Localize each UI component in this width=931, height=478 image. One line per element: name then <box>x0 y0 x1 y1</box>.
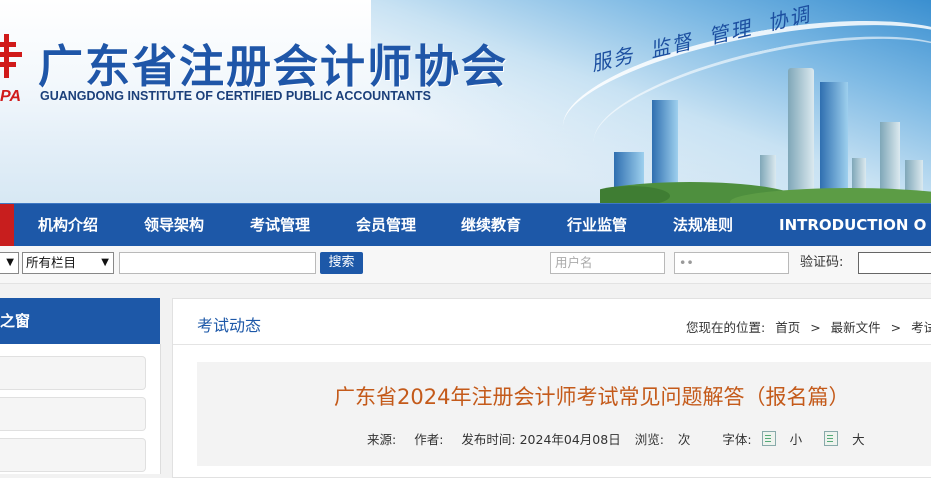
search-type-select[interactable]: ▼ <box>0 252 19 274</box>
nav-item-regulation[interactable]: 行业监管 <box>567 204 627 246</box>
breadcrumb-exam[interactable]: 考试 <box>911 320 931 335</box>
sidebar-link[interactable] <box>0 438 146 472</box>
section-title[interactable]: 考试动态 <box>197 312 261 336</box>
breadcrumb: 您现在的位置: 首页 > 最新文件 > 考试 <box>686 317 931 336</box>
sidebar-link[interactable] <box>0 397 146 431</box>
nav-item-members[interactable]: 会员管理 <box>356 204 416 246</box>
search-input[interactable] <box>119 252 316 274</box>
city-skyline-image <box>600 68 931 203</box>
section-divider <box>173 344 931 345</box>
logo-letters: PA <box>0 88 22 105</box>
views-unit: 次 <box>677 432 691 447</box>
article-views: 浏览: 次 <box>635 432 709 447</box>
column-select[interactable]: 所有栏目 ▼ <box>22 252 114 274</box>
article-meta: 来源: 作者: 发布时间: 2024年04月08日 浏览: 次 字体: 小 大 <box>367 429 893 448</box>
search-bar: ▼ 所有栏目 ▼ 搜索 用户名 •• 验证码: <box>0 246 931 284</box>
breadcrumb-label: 您现在的位置: <box>686 320 766 335</box>
breadcrumb-separator: > <box>810 320 821 335</box>
nav-item-leadership[interactable]: 领导架构 <box>144 204 204 246</box>
nav-item-laws[interactable]: 法规准则 <box>673 204 733 246</box>
article-source: 来源: <box>367 432 397 447</box>
site-title[interactable]: 广东省注册会计师协会 <box>38 30 508 95</box>
chevron-down-icon: ▼ <box>101 257 109 268</box>
document-icon <box>824 431 839 446</box>
nav-item-introduction[interactable]: INTRODUCTION O <box>779 204 926 246</box>
column-select-value: 所有栏目 <box>26 255 77 270</box>
font-size-label: 字体: <box>722 432 752 447</box>
nav-accent <box>0 204 14 246</box>
font-large-button[interactable]: 大 <box>824 431 879 447</box>
font-small-button[interactable]: 小 <box>761 431 821 447</box>
main-nav: 机构介绍 领导架构 考试管理 会员管理 继续教育 行业监管 法规准则 INTRO… <box>0 203 931 246</box>
sidebar-title: 之窗 <box>0 298 160 344</box>
chevron-down-icon: ▼ <box>6 257 14 268</box>
site-banner: PA 广东省注册会计师协会 GUANGDONG INSTITUTE OF CER… <box>0 0 931 203</box>
sidebar-panel <box>0 344 161 474</box>
nav-item-exam[interactable]: 考试管理 <box>250 204 310 246</box>
breadcrumb-home[interactable]: 首页 <box>775 320 800 335</box>
document-icon <box>761 431 776 446</box>
article-title: 广东省2024年注册会计师考试常见问题解答（报名篇） <box>334 385 850 409</box>
font-large-label: 大 <box>852 432 865 447</box>
article-author: 作者: <box>414 432 444 447</box>
views-label: 浏览: <box>634 432 664 447</box>
logo-icon[interactable] <box>0 34 24 90</box>
site-title-en: GUANGDONG INSTITUTE OF CERTIFIED PUBLIC … <box>40 89 431 103</box>
captcha-label: 验证码: <box>800 255 844 270</box>
breadcrumb-latest-files[interactable]: 最新文件 <box>831 320 881 335</box>
nav-item-education[interactable]: 继续教育 <box>461 204 521 246</box>
article-date: 发布时间: 2024年04月08日 <box>461 432 621 447</box>
password-field[interactable]: •• <box>674 252 789 274</box>
article-header <box>197 362 931 466</box>
sidebar-link[interactable] <box>0 356 146 390</box>
nav-item-about[interactable]: 机构介绍 <box>38 204 98 246</box>
captcha-field[interactable] <box>858 252 931 274</box>
username-field[interactable]: 用户名 <box>550 252 665 274</box>
font-small-label: 小 <box>789 432 803 447</box>
breadcrumb-separator: > <box>890 320 902 335</box>
search-button[interactable]: 搜索 <box>320 252 363 274</box>
